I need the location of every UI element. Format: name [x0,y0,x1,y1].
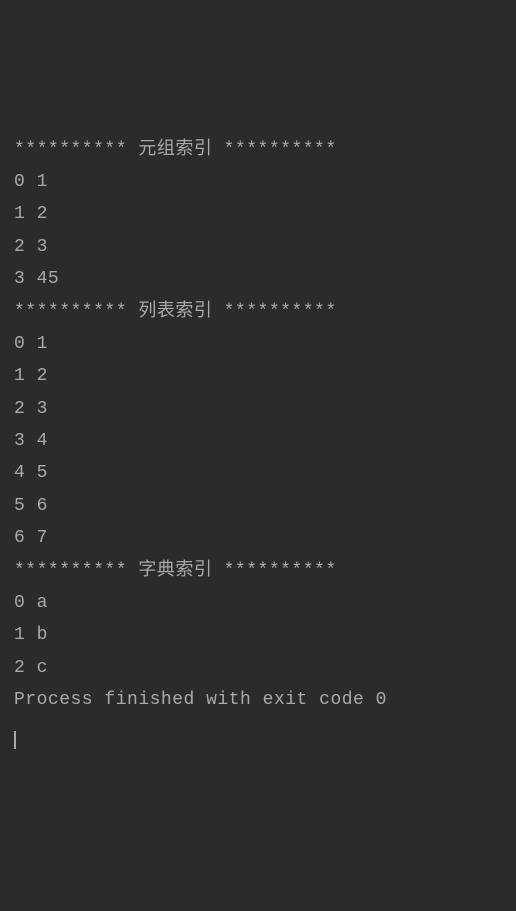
output-row: 0 a [14,587,502,619]
cursor-line [14,717,502,749]
output-row: 1 2 [14,360,502,392]
output-row: 5 6 [14,490,502,522]
output-row: 1 b [14,619,502,651]
console-output: ********** 元组索引 **********0 11 22 33 45*… [14,134,502,749]
output-row: 3 4 [14,425,502,457]
section-header: ********** 字典索引 ********** [14,555,502,587]
output-row: 2 3 [14,393,502,425]
output-row: 1 2 [14,198,502,230]
output-row: 0 1 [14,328,502,360]
output-row: 3 45 [14,263,502,295]
output-row: 2 3 [14,231,502,263]
section-header: ********** 元组索引 ********** [14,134,502,166]
section-header: ********** 列表索引 ********** [14,296,502,328]
cursor [14,731,16,749]
output-row: 2 c [14,652,502,684]
exit-status: Process finished with exit code 0 [14,684,502,716]
output-row: 0 1 [14,166,502,198]
output-row: 6 7 [14,522,502,554]
output-row: 4 5 [14,457,502,489]
